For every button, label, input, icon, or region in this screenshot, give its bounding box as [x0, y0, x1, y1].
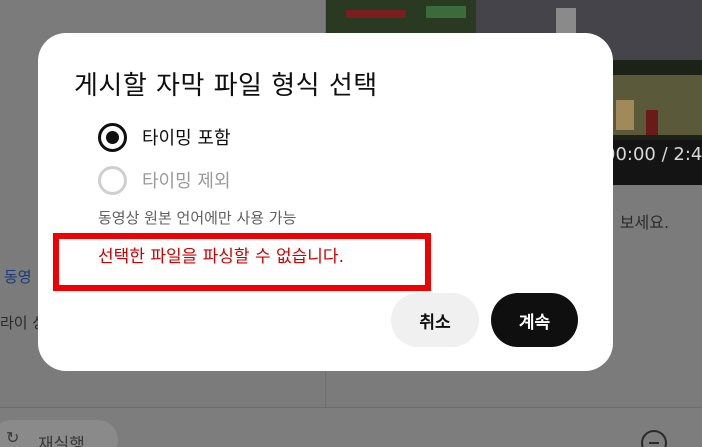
- option-without-timing-label: 타이밍 제외: [142, 171, 231, 192]
- option-without-timing: 타이밍 제외: [98, 165, 231, 195]
- availability-note: 동영상 원본 언어에만 사용 가능: [98, 209, 297, 227]
- continue-button[interactable]: 계속: [491, 293, 578, 347]
- radio-checked-icon[interactable]: [98, 122, 127, 152]
- background-retry-label: 재실행: [38, 435, 85, 447]
- refresh-icon: ↻: [6, 428, 20, 447]
- subtitle-format-dialog: 게시할 자막 파일 형식 선택 타이밍 포함 타이밍 제외 동영상 원본 언어에…: [38, 33, 613, 371]
- background-video-time: 00:00 / 2:4: [604, 144, 702, 165]
- radio-unchecked-icon: [98, 165, 127, 195]
- error-message: 선택한 파일을 파싱할 수 없습니다.: [98, 247, 344, 267]
- cancel-button[interactable]: 취소: [391, 293, 479, 347]
- dialog-title: 게시할 자막 파일 형식 선택: [74, 71, 378, 101]
- background-left-link: 동영: [4, 268, 32, 286]
- option-with-timing-label: 타이밍 포함: [142, 128, 231, 149]
- option-with-timing[interactable]: 타이밍 포함: [98, 122, 231, 152]
